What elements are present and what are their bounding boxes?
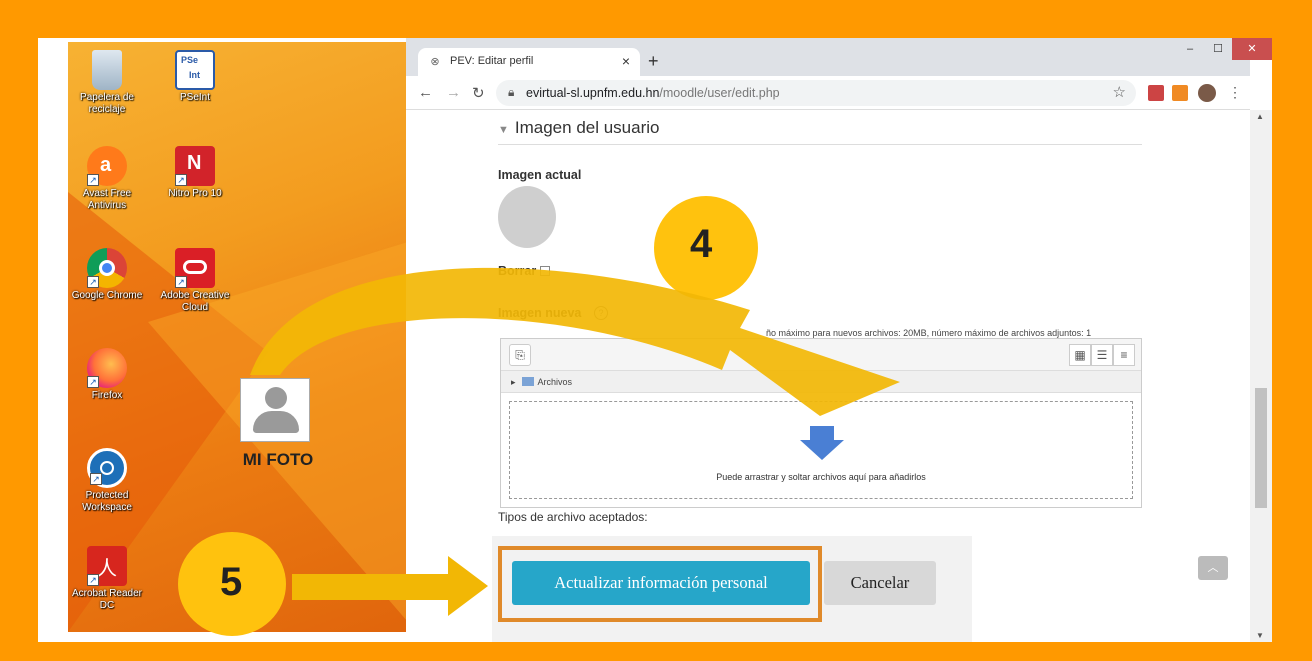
file-manager-toolbar: ⎘ ▦ ☰ ≡ (501, 339, 1141, 371)
help-icon[interactable]: ? (594, 306, 608, 320)
tab-title: PEV: Editar perfil (450, 55, 534, 67)
desktop-icon-label: Firefox (91, 390, 123, 401)
desktop-icon-acrobat[interactable]: 人 ↗ Acrobat Reader DC (68, 546, 146, 612)
desktop-icon-recycle-bin[interactable]: Papelera de reciclaje (68, 50, 146, 116)
desktop-icon-label: Papelera de reciclaje (80, 92, 134, 115)
lock-icon: 🔒︎ (508, 85, 515, 99)
url-text: evirtual-sl.upnfm.edu.hn/moodle/user/edi… (526, 86, 780, 100)
update-profile-button[interactable]: Actualizar información personal (512, 561, 810, 605)
delete-label: Borrar (498, 264, 537, 278)
desktop-icon-protected-workspace[interactable]: ↗ Protected Workspace (68, 448, 146, 514)
back-icon[interactable]: ← (418, 84, 433, 101)
url-field[interactable]: 🔒︎ evirtual-sl.upnfm.edu.hn/moodle/user/… (496, 80, 1136, 106)
mi-foto-label: MI FOTO (242, 450, 314, 469)
cancel-button[interactable]: Cancelar (824, 561, 936, 605)
back-to-top-button[interactable]: ︿ (1198, 556, 1228, 580)
window-controls: ‒ ☐ ✕ (1176, 38, 1272, 60)
desktop-icon-label: PSeInt (179, 92, 211, 103)
section-title: Imagen del usuario (514, 118, 660, 137)
window-close-button[interactable]: ✕ (1232, 38, 1272, 60)
scrollbar-thumb[interactable] (1255, 388, 1267, 508)
desktop-icon-label: Acrobat Reader DC (71, 588, 143, 611)
delete-checkbox[interactable] (540, 266, 551, 276)
file-path-bar: ▸ Archivos (501, 371, 1141, 393)
drop-text: Puede arrastrar y soltar archivos aquí p… (716, 472, 926, 482)
protected-workspace-icon: ↗ (87, 448, 127, 488)
site-favicon-icon: ⊗ (430, 56, 440, 68)
drop-zone[interactable]: Puede arrastrar y soltar archivos aquí p… (509, 401, 1133, 499)
firefox-icon: ↗ (87, 348, 127, 388)
bookmark-star-icon[interactable]: ☆ (1113, 83, 1126, 101)
current-avatar (498, 186, 556, 248)
drop-arrow-icon (800, 426, 844, 460)
section-header[interactable]: ▼ Imagen del usuario (498, 118, 659, 138)
file-types-label: Tipos de archivo aceptados: (498, 510, 648, 524)
list-view-icon[interactable]: ☰ (1091, 344, 1113, 366)
user-photo-icon-body (253, 411, 299, 433)
creative-cloud-icon: ↗ (175, 248, 215, 288)
acrobat-icon: 人 ↗ (87, 546, 127, 586)
path-label[interactable]: Archivos (538, 377, 573, 387)
address-bar: ← → ↻ 🔒︎ evirtual-sl.upnfm.edu.hn/moodle… (406, 76, 1250, 110)
section-divider (498, 144, 1142, 145)
desktop-icon-nitro[interactable]: N ↗ Nitro Pro 10 (156, 146, 234, 200)
grid-view-icon[interactable]: ▦ (1069, 344, 1091, 366)
maximize-button[interactable]: ☐ (1204, 38, 1232, 60)
profile-avatar-icon[interactable] (1198, 84, 1216, 102)
menu-kebab-icon[interactable]: ⋮ (1228, 84, 1242, 101)
forward-icon[interactable]: → (446, 84, 461, 101)
add-file-icon[interactable]: ⎘ (509, 344, 531, 366)
desktop: Papelera de reciclaje PSe Int PSeInt a ↗ A… (68, 42, 406, 632)
scrollbar[interactable]: ▲ ▼ (1250, 110, 1272, 642)
file-manager: ⎘ ▦ ☰ ≡ ▸ Archivos Puede arrastrar y solt… (500, 338, 1142, 508)
new-tab-button[interactable]: + (648, 51, 659, 72)
scroll-up-icon[interactable]: ▲ (1256, 112, 1264, 121)
reload-icon[interactable]: ↻ (472, 84, 485, 102)
pdf-extension-icon[interactable] (1148, 85, 1164, 101)
folder-icon (521, 377, 534, 386)
desktop-icon-pseint[interactable]: PSe Int PSeInt (156, 50, 234, 104)
recycle-bin-icon (92, 50, 122, 90)
view-switcher: ▦ ☰ ≡ (1069, 344, 1135, 366)
url-path: /moodle/user/edit.php (659, 86, 780, 100)
desktop-icon-label: Google Chrome (71, 290, 143, 301)
max-size-info: ño máximo para nuevos archivos: 20MB, nú… (766, 328, 1092, 338)
desktop-icon-label: Adobe Creative Cloud (160, 290, 230, 313)
tab-editar-perfil[interactable]: ⊗ PEV: Editar perfil × (418, 48, 640, 76)
url-host: evirtual-sl.upnfm.edu.hn (526, 86, 660, 100)
nitro-icon: N ↗ (175, 146, 215, 186)
chrome-icon: ↗ (87, 248, 127, 288)
desktop-icon-label: Nitro Pro 10 (168, 188, 222, 199)
desktop-icon-avast[interactable]: a ↗ Avast Free Antivirus (68, 146, 146, 212)
user-photo-icon (265, 387, 287, 409)
extension-icon[interactable] (1172, 85, 1188, 101)
desktop-icon-creative-cloud[interactable]: ↗ Adobe Creative Cloud (156, 248, 234, 314)
desktop-icon-label: Protected Workspace (82, 490, 132, 513)
desktop-icon-label: Avast Free Antivirus (82, 188, 132, 211)
tab-bar: ⊗ PEV: Editar perfil × + (406, 38, 1250, 76)
delete-row: Borrar (498, 264, 551, 278)
tab-close-icon[interactable]: × (622, 53, 630, 69)
browser-window: ⊗ PEV: Editar perfil × + ‒ ☐ ✕ ← → ↻ 🔒︎ … (406, 38, 1272, 642)
page-content: ▼ Imagen del usuario Imagen actual Borrar… (406, 110, 1250, 642)
scroll-down-icon[interactable]: ▼ (1256, 631, 1264, 640)
screenshot-frame: Papelera de reciclaje PSe Int PSeInt a ↗ A… (38, 38, 1272, 642)
avast-icon: a ↗ (87, 146, 127, 186)
pseint-icon: PSe Int (175, 50, 215, 90)
mi-foto-file[interactable] (240, 378, 310, 442)
desktop-icon-firefox[interactable]: ↗ Firefox (68, 348, 146, 402)
current-image-label: Imagen actual (498, 168, 582, 182)
desktop-icon-chrome[interactable]: ↗ Google Chrome (68, 248, 154, 302)
collapse-triangle-icon: ▼ (498, 124, 509, 136)
new-image-label: Imagen nueva (498, 306, 582, 320)
tree-view-icon[interactable]: ≡ (1113, 344, 1135, 366)
minimize-button[interactable]: ‒ (1176, 38, 1204, 60)
